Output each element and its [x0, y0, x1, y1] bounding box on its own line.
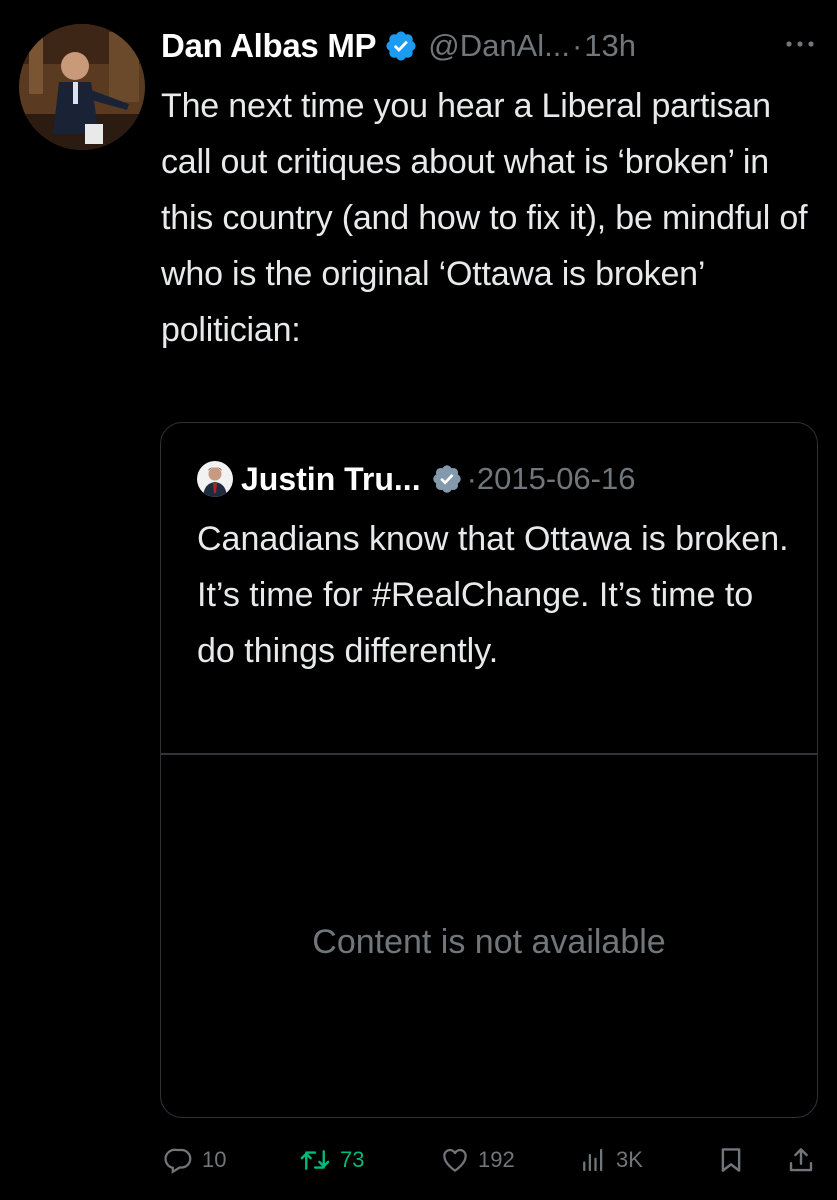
author-display-name[interactable]: Dan Albas MP	[161, 27, 377, 65]
verified-badge-icon	[386, 31, 416, 61]
tweet-header: Dan Albas MP @DanAl... · 13h	[161, 20, 817, 72]
retweet-icon	[300, 1150, 330, 1170]
avatar-photo-icon	[19, 24, 145, 150]
separator-dot: ·	[571, 28, 583, 63]
views-icon	[583, 1148, 603, 1172]
previous-context-fragment: ▃▃ ▃▃▃▃▃▃▃▃▃▃▃▃	[110, 0, 440, 4]
quoted-tweet-card[interactable]: Justin Tru... · 2015-06-16 Canadians kno…	[160, 422, 818, 1118]
tweet-text: The next time you hear a Liberal partisa…	[161, 87, 808, 349]
quoted-tweet-header: Justin Tru... · 2015-06-16	[197, 459, 635, 499]
bookmark-button[interactable]	[716, 1140, 746, 1180]
quoted-tweet-date: 2015-06-16	[476, 461, 636, 496]
reply-button[interactable]: 10	[164, 1140, 226, 1180]
retweet-count: 73	[340, 1147, 365, 1172]
like-button[interactable]: 192	[440, 1140, 515, 1180]
reply-icon	[164, 1148, 192, 1174]
share-button[interactable]	[786, 1140, 816, 1180]
media-unavailable-message: Content is not available	[312, 923, 666, 961]
views-button[interactable]: 3K	[578, 1140, 643, 1180]
like-count: 192	[478, 1147, 515, 1172]
avatar-photo-icon	[197, 461, 233, 497]
quoted-author-avatar	[197, 461, 233, 497]
share-icon	[789, 1148, 813, 1172]
verified-badge-icon	[432, 465, 461, 493]
heart-icon	[443, 1148, 467, 1172]
tweet-timestamp[interactable]: 13h	[584, 28, 636, 64]
bookmark-icon	[721, 1148, 741, 1172]
author-avatar[interactable]	[19, 24, 145, 150]
quoted-author-display-name: Justin Tru...	[241, 460, 421, 497]
separator-dot: ·	[466, 461, 477, 496]
author-handle[interactable]: @DanAl...	[428, 28, 570, 64]
reply-count: 10	[202, 1147, 227, 1172]
retweet-button[interactable]: 73	[298, 1140, 364, 1180]
quoted-tweet-text: Canadians know that Ottawa is broken. It…	[197, 520, 789, 670]
tweet-action-bar: 10 73 192 3K	[160, 1140, 820, 1180]
quoted-tweet-divider	[161, 753, 817, 755]
views-count: 3K	[616, 1147, 643, 1172]
more-icon[interactable]	[783, 34, 817, 54]
